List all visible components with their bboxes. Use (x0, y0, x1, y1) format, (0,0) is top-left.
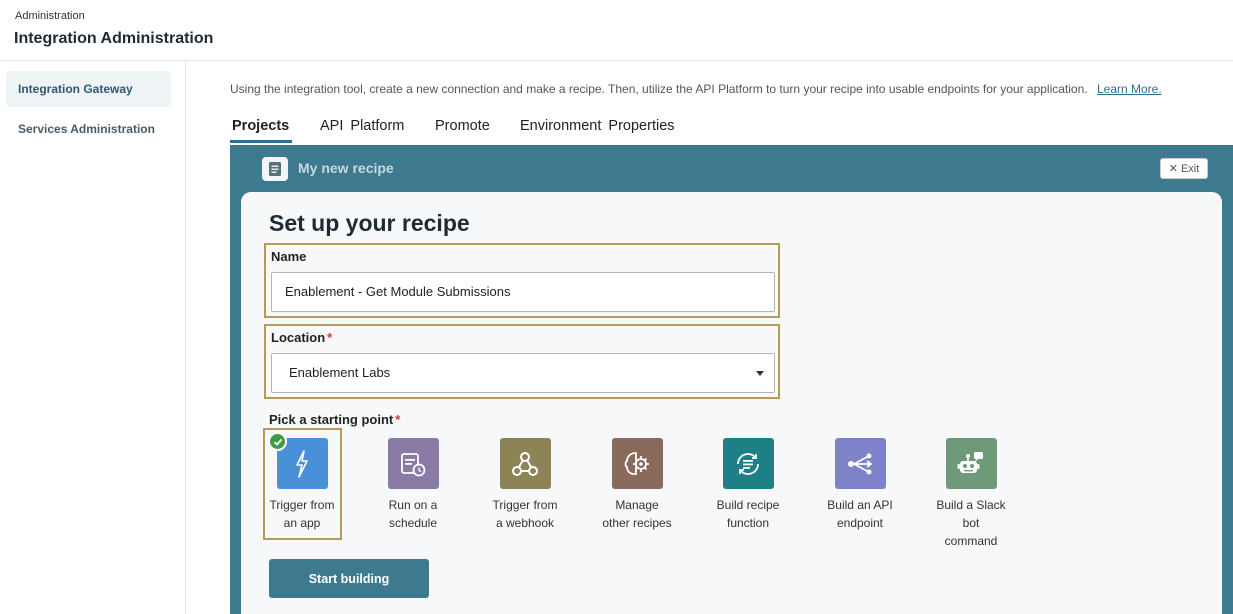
location-field-group: Location * Enablement Labs (264, 324, 780, 399)
tab-promote[interactable]: Promote (435, 118, 490, 134)
recipe-panel: My new recipe ✕ Exit Set up your recipe … (230, 145, 1233, 614)
option-label-line: function (726, 516, 770, 530)
option-label-line: Run on a (388, 498, 438, 512)
close-icon: ✕ (1168, 163, 1178, 175)
intro-description: Using the integration tool, create a new… (230, 82, 1088, 96)
option-label-line: schedule (388, 516, 438, 530)
option-label-line: other recipes (602, 516, 672, 530)
option-label-line: Trigger from (492, 498, 558, 512)
start-building-button[interactable]: Start building (269, 559, 429, 598)
option-label-line: endpoint (836, 516, 884, 530)
api-endpoint-icon (834, 438, 886, 489)
page-title: Integration Administration (14, 30, 214, 47)
schedule-icon (387, 438, 439, 489)
option-label: Trigger from a webhook (480, 496, 570, 532)
sidebar-item-integration-gateway[interactable]: Integration Gateway (6, 71, 171, 107)
location-label: Location * (271, 330, 332, 345)
option-label-line: bot (962, 516, 980, 530)
setup-card: Set up your recipe Name Enablement - Get… (241, 192, 1222, 614)
sidebar: Integration Gateway Services Administrat… (0, 61, 186, 614)
breadcrumb[interactable]: Administration (15, 10, 85, 22)
option-manage-other-recipes[interactable]: Manage other recipes (592, 438, 682, 532)
option-label-line: Build recipe (716, 498, 780, 512)
sidebar-item-services-administration[interactable]: Services Administration (6, 111, 171, 147)
option-label-line: an app (283, 516, 321, 530)
webhook-icon (499, 438, 551, 489)
slack-bot-icon (945, 438, 997, 489)
option-label: Build a Slack bot command (926, 496, 1016, 550)
recipe-document-icon (262, 157, 288, 181)
option-label-line: Trigger from (269, 498, 335, 512)
option-label: Run on a schedule (368, 496, 458, 532)
learn-more-link[interactable]: Learn More. (1097, 82, 1162, 96)
location-select-value: Enablement Labs (289, 365, 391, 380)
option-build-slack-bot-command[interactable]: Build a Slack bot command (926, 438, 1016, 550)
option-run-on-schedule[interactable]: Run on a schedule (368, 438, 458, 532)
location-label-text: Location (271, 330, 326, 345)
starting-point-label: Pick a starting point * (269, 412, 400, 427)
required-marker: * (395, 412, 401, 427)
page-header: Administration Integration Administratio… (0, 0, 1233, 61)
option-label: Manage other recipes (592, 496, 682, 532)
required-marker: * (327, 330, 333, 345)
starting-point-label-text: Pick a starting point (269, 412, 394, 427)
option-label-line: Manage (615, 498, 659, 512)
name-input[interactable]: Enablement - Get Module Submissions (271, 272, 775, 312)
recipe-title: My new recipe (298, 160, 394, 176)
location-select[interactable]: Enablement Labs (271, 353, 775, 393)
option-label: Trigger from an app (257, 496, 347, 532)
exit-button[interactable]: ✕ Exit (1160, 158, 1208, 179)
option-trigger-from-webhook[interactable]: Trigger from a webhook (480, 438, 570, 532)
option-label: Build an API endpoint (815, 496, 905, 532)
checkmark-icon (268, 432, 287, 451)
option-label: Build recipe function (703, 496, 793, 532)
brain-gear-icon (611, 438, 663, 489)
name-field-group: Name Enablement - Get Module Submissions (264, 243, 780, 318)
dropdown-caret-icon (756, 371, 764, 376)
tab-api-platform[interactable]: API Platform (320, 118, 404, 134)
exit-label: Exit (1180, 162, 1200, 175)
setup-heading: Set up your recipe (269, 210, 470, 236)
name-label: Name (271, 249, 307, 264)
option-build-recipe-function[interactable]: Build recipe function (703, 438, 793, 532)
tab-environment-properties[interactable]: Environment Properties (520, 118, 675, 134)
function-icon (722, 438, 774, 489)
active-tab-indicator (230, 140, 292, 143)
option-label-line: Build a Slack (936, 498, 1006, 512)
option-label-line: Build an API (827, 498, 893, 512)
tab-projects[interactable]: Projects (232, 118, 289, 134)
intro-text: Using the integration tool, create a new… (230, 82, 1162, 96)
option-build-api-endpoint[interactable]: Build an API endpoint (815, 438, 905, 532)
option-label-line: a webhook (495, 516, 555, 530)
option-label-line: command (944, 534, 998, 548)
option-trigger-from-app[interactable]: Trigger from an app (257, 438, 347, 532)
